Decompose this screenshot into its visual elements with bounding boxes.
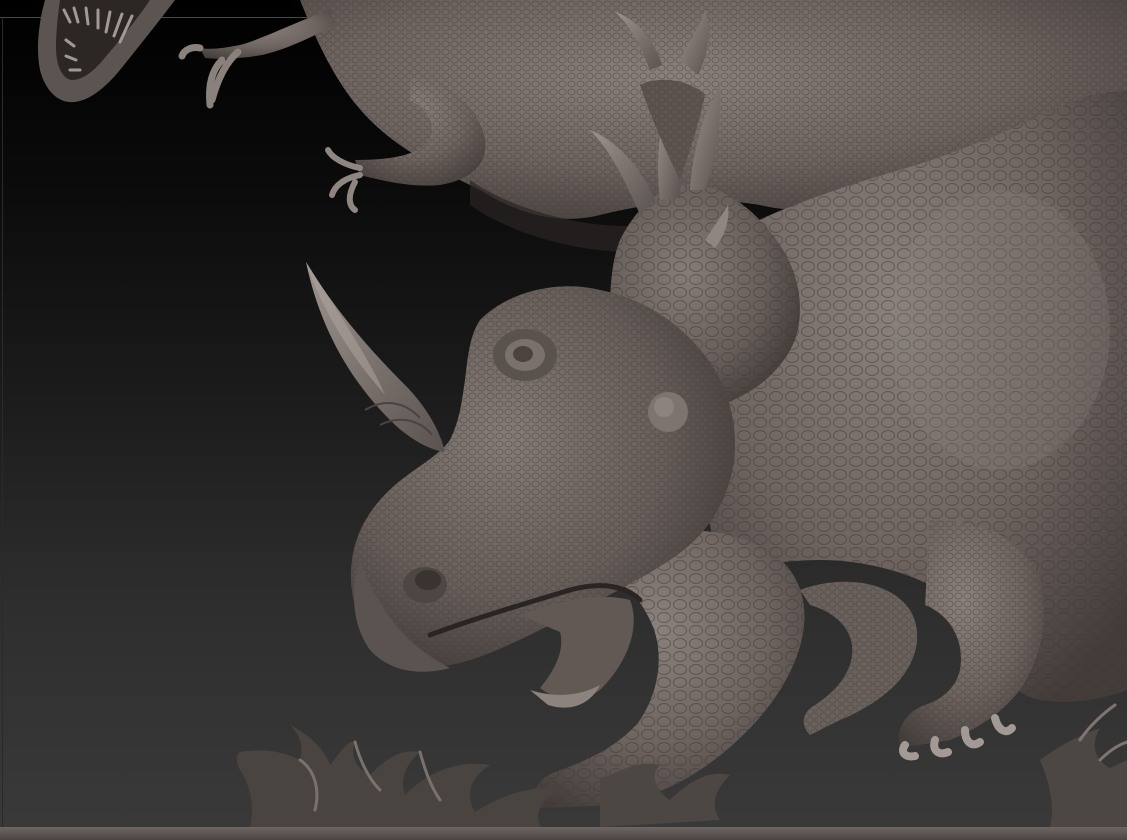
sculpt-render <box>37 0 1127 827</box>
trex-jaw <box>37 0 175 103</box>
viewport-floor-strip <box>0 827 1127 840</box>
ceratopsian-nose-horn <box>306 262 445 452</box>
ceratopsian-mid-leg <box>800 581 918 735</box>
trex-foot <box>178 10 335 109</box>
canvas-viewport[interactable] <box>0 0 1127 840</box>
